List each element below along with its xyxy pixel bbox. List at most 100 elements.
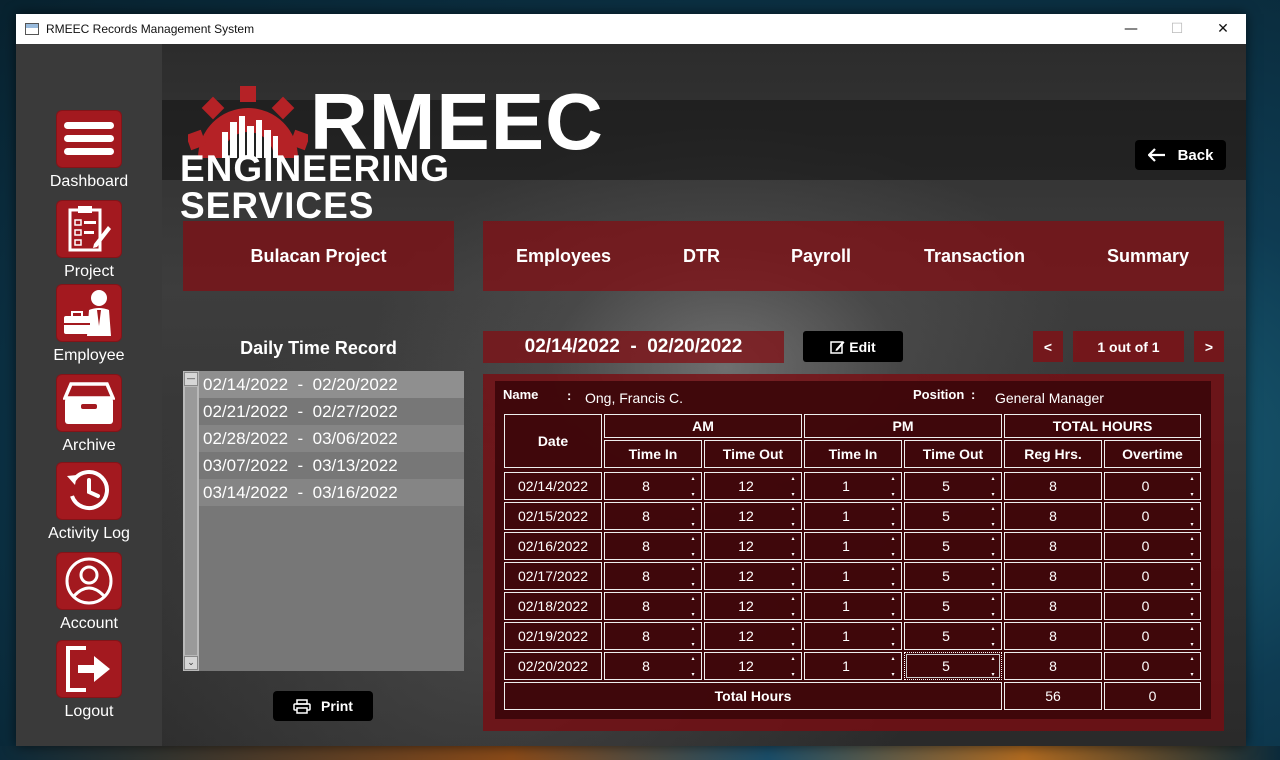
spinner-value[interactable]: 8 <box>605 653 687 679</box>
spinner-arrows-icon[interactable]: ▴ ▾ <box>689 506 697 528</box>
list-scrollbar[interactable]: — ⌄ <box>183 371 199 671</box>
pm-time-out-spinner[interactable]: 5 ▴ ▾ <box>904 502 1002 530</box>
spinner-arrows-icon[interactable]: ▴ ▾ <box>1188 566 1196 588</box>
spinner-value[interactable]: 12 <box>705 563 787 589</box>
am-time-in-spinner[interactable]: 8 ▴ ▾ <box>604 502 702 530</box>
am-time-in-spinner[interactable]: 8 ▴ ▾ <box>604 532 702 560</box>
spinner-arrows-icon[interactable]: ▴ ▾ <box>989 506 997 528</box>
sidebar-item-archive[interactable]: Archive <box>16 374 162 455</box>
scroll-up-icon[interactable]: — <box>184 372 198 386</box>
spinner-arrows-icon[interactable]: ▴ ▾ <box>789 656 797 678</box>
spinner-arrows-icon[interactable]: ▴ ▾ <box>989 566 997 588</box>
spinner-value[interactable]: 1 <box>805 623 887 649</box>
spinner-value[interactable]: 0 <box>1105 593 1186 619</box>
spinner-value[interactable]: 1 <box>805 563 887 589</box>
am-time-in-spinner[interactable]: 8 ▴ ▾ <box>604 652 702 680</box>
spinner-arrows-icon[interactable]: ▴ ▾ <box>1188 476 1196 498</box>
spinner-value[interactable]: 1 <box>805 503 887 529</box>
spinner-arrows-icon[interactable]: ▴ ▾ <box>889 536 897 558</box>
spinner-arrows-icon[interactable]: ▴ ▾ <box>989 656 997 678</box>
overtime-spinner[interactable]: 0 ▴ ▾ <box>1104 562 1201 590</box>
am-time-out-spinner[interactable]: 12 ▴ ▾ <box>704 502 802 530</box>
sidebar-item-dashboard[interactable]: Dashboard <box>16 110 162 191</box>
back-button[interactable]: Back <box>1135 140 1226 170</box>
spinner-value[interactable]: 0 <box>1105 623 1186 649</box>
spinner-arrows-icon[interactable]: ▴ ▾ <box>789 506 797 528</box>
am-time-in-spinner[interactable]: 8 ▴ ▾ <box>604 622 702 650</box>
spinner-arrows-icon[interactable]: ▴ ▾ <box>689 566 697 588</box>
close-button[interactable]: ✕ <box>1200 14 1246 44</box>
am-time-out-spinner[interactable]: 12 ▴ ▾ <box>704 532 802 560</box>
tab-dtr[interactable]: DTR <box>683 221 720 291</box>
spinner-arrows-icon[interactable]: ▴ ▾ <box>789 596 797 618</box>
spinner-value[interactable]: 0 <box>1105 533 1186 559</box>
sidebar-item-logout[interactable]: Logout <box>16 640 162 721</box>
tab-payroll[interactable]: Payroll <box>791 221 851 291</box>
spinner-value[interactable]: 8 <box>605 563 687 589</box>
prev-page-button[interactable]: < <box>1033 331 1063 362</box>
spinner-arrows-icon[interactable]: ▴ ▾ <box>989 476 997 498</box>
pm-time-out-spinner[interactable]: 5 ▴ ▾ <box>904 652 1002 680</box>
next-page-button[interactable]: > <box>1194 331 1224 362</box>
spinner-value[interactable]: 12 <box>705 593 787 619</box>
list-item[interactable]: 03/07/2022 - 03/13/2022 <box>199 452 464 479</box>
spinner-value[interactable]: 1 <box>805 533 887 559</box>
overtime-spinner[interactable]: 0 ▴ ▾ <box>1104 592 1201 620</box>
spinner-arrows-icon[interactable]: ▴ ▾ <box>689 476 697 498</box>
list-item[interactable]: 02/21/2022 - 02/27/2022 <box>199 398 464 425</box>
spinner-value[interactable]: 12 <box>705 473 787 499</box>
sidebar-item-account[interactable]: Account <box>16 552 162 633</box>
spinner-value[interactable]: 1 <box>805 593 887 619</box>
spinner-arrows-icon[interactable]: ▴ ▾ <box>789 476 797 498</box>
spinner-value[interactable]: 5 <box>905 653 987 679</box>
tab-summary[interactable]: Summary <box>1107 221 1189 291</box>
am-time-out-spinner[interactable]: 12 ▴ ▾ <box>704 472 802 500</box>
spinner-value[interactable]: 1 <box>805 473 887 499</box>
spinner-value[interactable]: 12 <box>705 623 787 649</box>
spinner-value[interactable]: 8 <box>605 473 687 499</box>
spinner-value[interactable]: 8 <box>605 623 687 649</box>
overtime-spinner[interactable]: 0 ▴ ▾ <box>1104 652 1201 680</box>
spinner-value[interactable]: 1 <box>805 653 887 679</box>
am-time-out-spinner[interactable]: 12 ▴ ▾ <box>704 562 802 590</box>
spinner-value[interactable]: 0 <box>1105 473 1186 499</box>
spinner-value[interactable]: 5 <box>905 533 987 559</box>
pm-time-out-spinner[interactable]: 5 ▴ ▾ <box>904 532 1002 560</box>
spinner-value[interactable]: 8 <box>605 503 687 529</box>
spinner-arrows-icon[interactable]: ▴ ▾ <box>889 596 897 618</box>
spinner-arrows-icon[interactable]: ▴ ▾ <box>1188 506 1196 528</box>
overtime-spinner[interactable]: 0 ▴ ▾ <box>1104 532 1201 560</box>
spinner-arrows-icon[interactable]: ▴ ▾ <box>689 656 697 678</box>
spinner-arrows-icon[interactable]: ▴ ▾ <box>1188 536 1196 558</box>
spinner-arrows-icon[interactable]: ▴ ▾ <box>689 596 697 618</box>
am-time-out-spinner[interactable]: 12 ▴ ▾ <box>704 652 802 680</box>
spinner-value[interactable]: 5 <box>905 563 987 589</box>
spinner-arrows-icon[interactable]: ▴ ▾ <box>689 536 697 558</box>
dtr-period-list[interactable]: — ⌄ 02/14/2022 - 02/20/2022 02/21/2022 -… <box>183 371 464 671</box>
spinner-arrows-icon[interactable]: ▴ ▾ <box>789 626 797 648</box>
list-item[interactable]: 03/14/2022 - 03/16/2022 <box>199 479 464 506</box>
spinner-arrows-icon[interactable]: ▴ ▾ <box>889 566 897 588</box>
pm-time-in-spinner[interactable]: 1 ▴ ▾ <box>804 562 902 590</box>
spinner-arrows-icon[interactable]: ▴ ▾ <box>889 476 897 498</box>
spinner-value[interactable]: 12 <box>705 533 787 559</box>
minimize-button[interactable]: — <box>1108 14 1154 44</box>
edit-button[interactable]: Edit <box>803 331 903 362</box>
spinner-value[interactable]: 5 <box>905 593 987 619</box>
spinner-arrows-icon[interactable]: ▴ ▾ <box>689 626 697 648</box>
spinner-arrows-icon[interactable]: ▴ ▾ <box>889 656 897 678</box>
spinner-value[interactable]: 0 <box>1105 653 1186 679</box>
am-time-in-spinner[interactable]: 8 ▴ ▾ <box>604 472 702 500</box>
scroll-thumb[interactable] <box>185 387 197 655</box>
pm-time-in-spinner[interactable]: 1 ▴ ▾ <box>804 502 902 530</box>
pm-time-out-spinner[interactable]: 5 ▴ ▾ <box>904 622 1002 650</box>
spinner-arrows-icon[interactable]: ▴ ▾ <box>789 566 797 588</box>
pm-time-in-spinner[interactable]: 1 ▴ ▾ <box>804 472 902 500</box>
spinner-arrows-icon[interactable]: ▴ ▾ <box>989 536 997 558</box>
pm-time-in-spinner[interactable]: 1 ▴ ▾ <box>804 652 902 680</box>
sidebar-item-employee[interactable]: Employee <box>16 284 162 365</box>
spinner-arrows-icon[interactable]: ▴ ▾ <box>1188 656 1196 678</box>
tab-transaction[interactable]: Transaction <box>924 221 1025 291</box>
sidebar-item-activity-log[interactable]: Activity Log <box>16 462 162 543</box>
spinner-value[interactable]: 12 <box>705 653 787 679</box>
